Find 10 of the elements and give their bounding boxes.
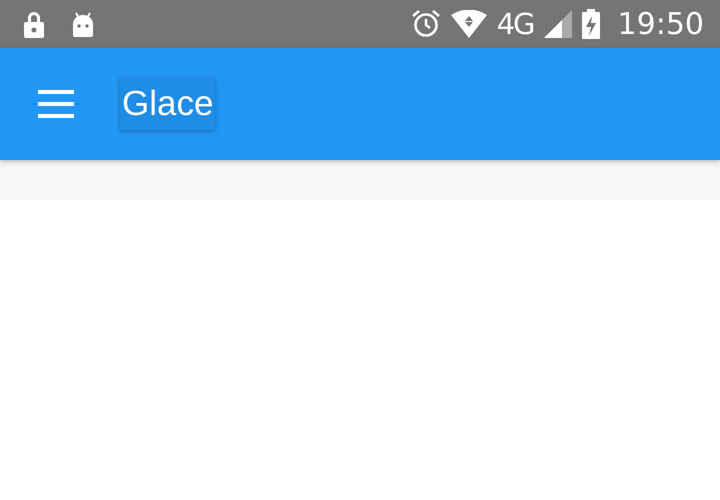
network-type: 4G	[496, 7, 534, 41]
lock-icon	[22, 9, 46, 39]
clock-time: 19:50	[618, 6, 704, 42]
app-title: Glace	[120, 78, 216, 130]
android-icon	[70, 11, 96, 37]
menu-icon[interactable]	[38, 90, 74, 118]
alarm-icon	[410, 9, 441, 39]
battery-charging-icon	[582, 9, 600, 39]
wifi-icon	[450, 10, 487, 38]
signal-icon	[544, 10, 572, 38]
